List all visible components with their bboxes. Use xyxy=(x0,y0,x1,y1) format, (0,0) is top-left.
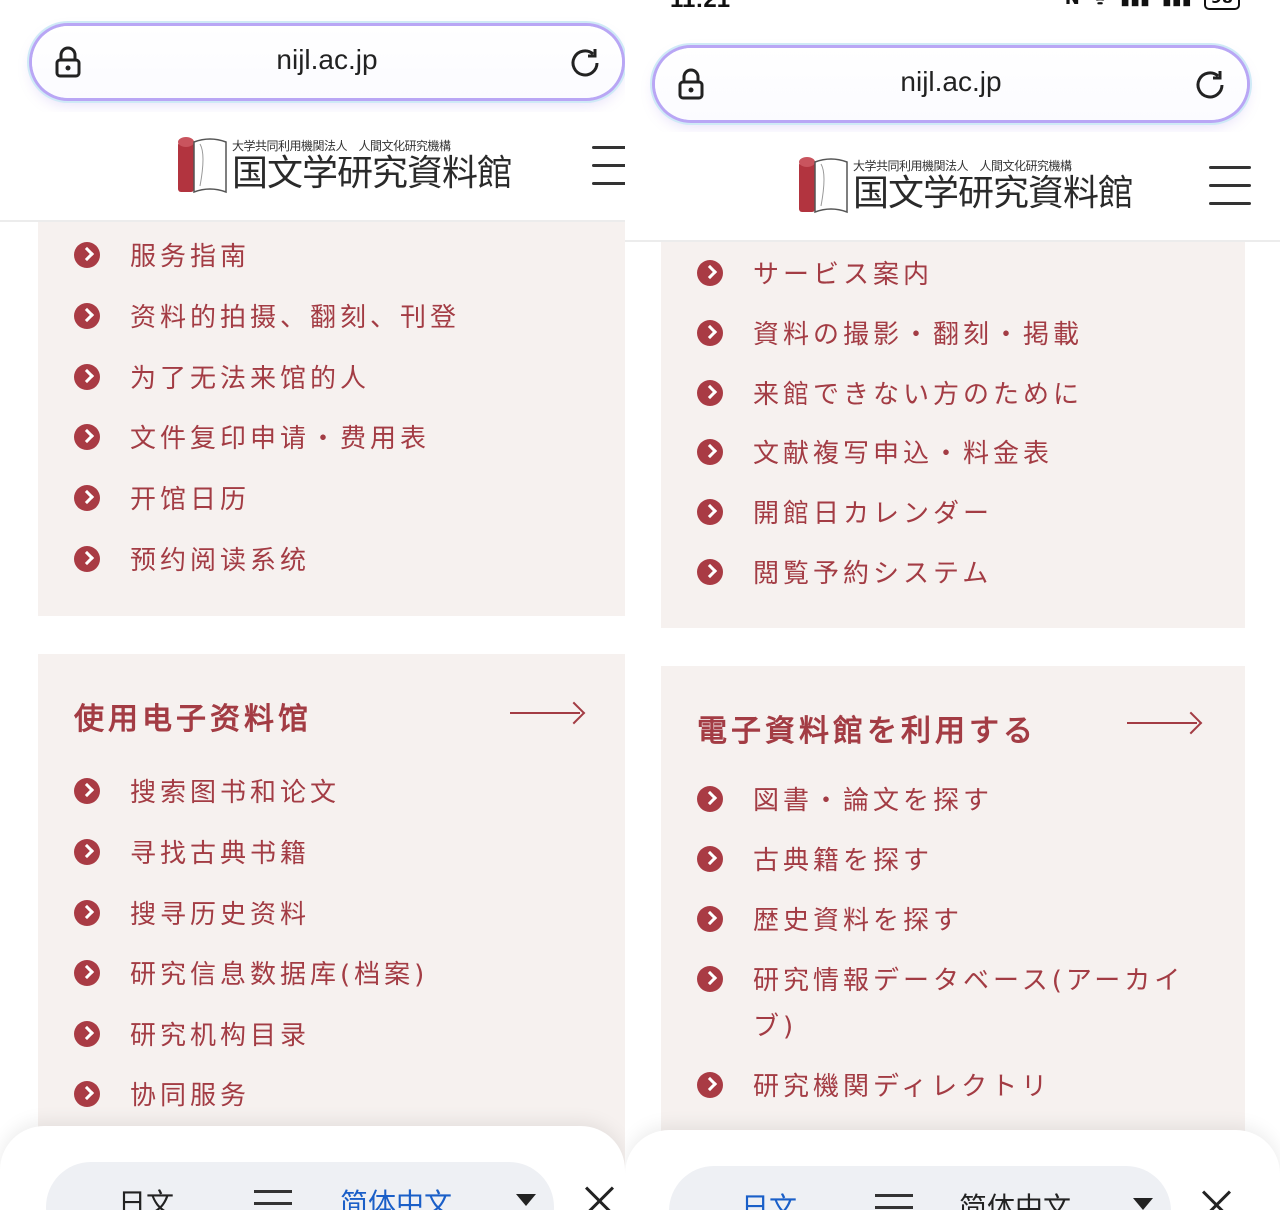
chevron-right-circle-icon xyxy=(697,845,723,872)
chevron-right-circle-icon xyxy=(697,558,723,585)
chevron-right-circle-icon xyxy=(74,423,100,450)
signal-icon: ▮▮▮ xyxy=(1162,0,1192,9)
logo-mark-icon xyxy=(178,137,227,194)
list-item[interactable]: 研究機関ディレクトリ xyxy=(697,1066,1051,1103)
chevron-right-circle-icon xyxy=(74,1080,100,1107)
logo-subtitle: 大学共同利用機関法人 人間文化研究機構 xyxy=(853,158,1072,173)
chevron-right-circle-icon xyxy=(74,545,100,572)
swap-icon[interactable] xyxy=(875,1194,913,1210)
list-item[interactable]: 研究情報データベース(アーカイ xyxy=(697,960,1184,997)
site-header: 大学共同利用機関法人 人間文化研究機構 国文学研究資料館 xyxy=(0,112,625,222)
chevron-right-circle-icon xyxy=(74,363,100,390)
chevron-right-circle-icon xyxy=(74,1020,100,1047)
chevron-right-circle-icon xyxy=(697,319,723,346)
source-language[interactable]: 日文 xyxy=(118,1182,174,1210)
language-selector[interactable]: 日文 简体中文 xyxy=(46,1162,554,1210)
list-item[interactable]: 文件复印申请・费用表 xyxy=(74,418,430,455)
chevron-right-circle-icon xyxy=(697,965,723,992)
right-screenshot: 11:21 N ᯤ ▮▮▮ ▮▮▮ 98 nijl.ac.jp xyxy=(625,0,1280,1210)
site-logo[interactable]: 大学共同利用機関法人 人間文化研究機構 国文学研究資料館 xyxy=(176,134,513,196)
chevron-right-circle-icon xyxy=(697,785,723,812)
source-language[interactable]: 日文 xyxy=(741,1186,797,1210)
status-icons: N ᯤ ▮▮▮ ▮▮▮ 98 xyxy=(1065,0,1240,10)
language-selector[interactable]: 日文 简体中文 xyxy=(669,1166,1171,1210)
arrow-right-icon[interactable] xyxy=(1127,711,1201,735)
chevron-right-circle-icon xyxy=(74,484,100,511)
reload-icon[interactable] xyxy=(1193,68,1227,102)
list-item[interactable]: 古典籍を探す xyxy=(697,840,933,877)
list-item[interactable]: 歴史資料を探す xyxy=(697,900,963,937)
logo-subtitle: 大学共同利用機関法人 人間文化研究機構 xyxy=(232,138,451,153)
list-item[interactable]: 開館日カレンダー xyxy=(697,493,993,530)
target-language[interactable]: 简体中文 xyxy=(340,1182,452,1210)
close-icon[interactable] xyxy=(584,1186,614,1210)
list-item[interactable]: 来館できない方のために xyxy=(697,374,1083,411)
list-item[interactable]: 预约阅读系统 xyxy=(74,540,310,577)
translate-bar: 日文 简体中文 xyxy=(0,1126,625,1210)
logo-name: 国文学研究資料館 xyxy=(232,152,513,194)
wifi-icon: ᯤ xyxy=(1092,0,1108,10)
logo-mark-icon xyxy=(799,157,848,214)
status-bar: 11:21 N ᯤ ▮▮▮ ▮▮▮ 98 xyxy=(625,0,1280,14)
list-item[interactable]: 资料的拍摄、翻刻、刊登 xyxy=(74,297,460,334)
digital-archive-card: 電子資料館を利用する 図書・論文を探す 古典籍を探す 歴史資料を探す 研究情報デ… xyxy=(661,666,1245,1210)
section-title[interactable]: 電子資料館を利用する xyxy=(697,706,1037,750)
chevron-right-circle-icon xyxy=(74,899,100,926)
chevron-right-circle-icon xyxy=(74,959,100,986)
site-header: 大学共同利用機関法人 人間文化研究機構 国文学研究資料館 xyxy=(625,132,1280,242)
site-logo[interactable]: 大学共同利用機関法人 人間文化研究機構 国文学研究資料館 xyxy=(797,154,1134,216)
list-item[interactable]: 为了无法来馆的人 xyxy=(74,358,370,395)
target-language[interactable]: 简体中文 xyxy=(959,1186,1071,1210)
list-item[interactable]: 服务指南 xyxy=(74,236,250,273)
battery-level: 98 xyxy=(1203,0,1240,10)
chevron-right-circle-icon xyxy=(74,302,100,329)
url-text: nijl.ac.jp xyxy=(276,44,378,75)
menu-icon[interactable] xyxy=(1209,166,1251,206)
list-item[interactable]: 研究机构目录 xyxy=(74,1015,310,1052)
left-screenshot: nijl.ac.jp 大学共同利用機関法人 人間文化研究機構 国文学研究資料館 … xyxy=(0,0,625,1210)
menu-icon[interactable] xyxy=(592,146,625,186)
section-title[interactable]: 使用电子资料馆 xyxy=(74,694,312,738)
address-bar[interactable]: nijl.ac.jp xyxy=(32,26,622,98)
dropdown-icon[interactable] xyxy=(516,1194,536,1206)
arrow-right-icon[interactable] xyxy=(510,701,584,725)
logo-name: 国文学研究資料館 xyxy=(853,172,1134,214)
chevron-right-circle-icon xyxy=(74,241,100,268)
dropdown-icon[interactable] xyxy=(1133,1198,1153,1210)
chevron-right-circle-icon xyxy=(697,379,723,406)
translate-bar: 日文 简体中文 xyxy=(625,1130,1280,1210)
chevron-right-circle-icon xyxy=(74,838,100,865)
chevron-right-circle-icon xyxy=(697,438,723,465)
reload-icon[interactable] xyxy=(568,46,602,80)
list-item[interactable]: 文献複写申込・料金表 xyxy=(697,433,1053,470)
list-item[interactable]: 図書・論文を探す xyxy=(697,780,993,817)
list-item[interactable]: 搜索图书和论文 xyxy=(74,772,340,809)
chevron-right-circle-icon xyxy=(697,498,723,525)
list-item[interactable]: 搜寻历史资料 xyxy=(74,894,310,931)
list-item[interactable]: 研究信息数据库(档案) xyxy=(74,954,428,991)
services-card: サービス案内 資料の撮影・翻刻・掲載 来館できない方のために 文献複写申込・料金… xyxy=(661,242,1245,628)
swap-icon[interactable] xyxy=(254,1190,292,1210)
list-item[interactable]: 协同服务 xyxy=(74,1075,250,1112)
services-card: 服务指南 资料的拍摄、翻刻、刊登 为了无法来馆的人 文件复印申请・费用表 开馆日… xyxy=(38,222,625,616)
chevron-right-circle-icon xyxy=(697,1071,723,1098)
list-item[interactable]: 閲覧予約システム xyxy=(697,553,992,590)
list-item[interactable]: 开馆日历 xyxy=(74,479,250,516)
url-text: nijl.ac.jp xyxy=(900,66,1002,97)
list-item-continuation[interactable]: ブ) xyxy=(753,1006,797,1043)
list-item[interactable]: 寻找古典书籍 xyxy=(74,833,310,870)
chevron-right-circle-icon xyxy=(697,905,723,932)
list-item[interactable]: 資料の撮影・翻刻・掲載 xyxy=(697,314,1083,351)
status-time: 11:21 xyxy=(670,0,730,14)
nfc-icon: N xyxy=(1065,0,1080,9)
close-icon[interactable] xyxy=(1201,1190,1231,1210)
list-item[interactable]: サービス案内 xyxy=(697,254,933,291)
chevron-right-circle-icon xyxy=(697,259,723,286)
chevron-right-circle-icon xyxy=(74,777,100,804)
address-bar[interactable]: nijl.ac.jp xyxy=(655,48,1247,120)
signal-icon: ▮▮▮ xyxy=(1120,0,1150,9)
